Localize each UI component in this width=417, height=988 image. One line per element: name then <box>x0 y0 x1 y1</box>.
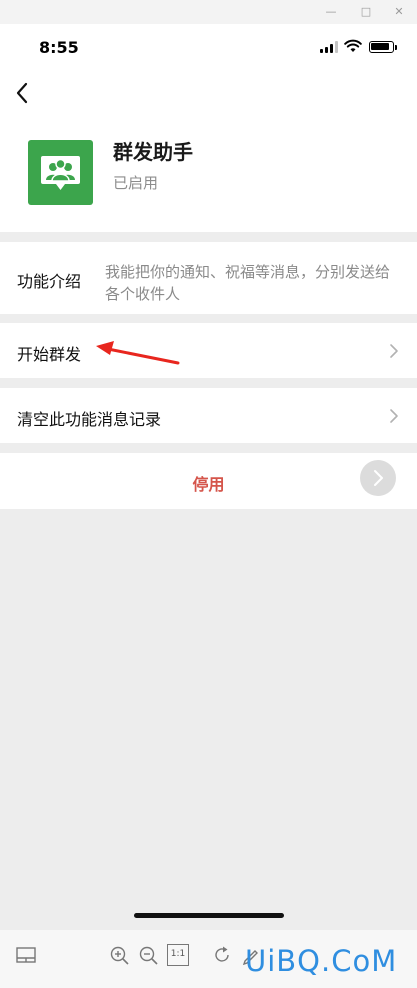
annotation-arrow-icon <box>96 341 180 365</box>
battery-icon <box>369 41 394 53</box>
wifi-icon <box>344 39 362 52</box>
status-time: 8:55 <box>39 38 79 57</box>
chevron-right-icon <box>374 470 383 486</box>
minimize-icon[interactable]: — <box>322 3 340 21</box>
intro-description: 我能把你的通知、祝福等消息，分别发送给各个收件人 <box>105 263 391 303</box>
group-message-app-icon <box>28 140 93 205</box>
battery-tip <box>395 45 397 50</box>
back-arrow-icon[interactable] <box>12 80 34 106</box>
zoom-in-icon[interactable] <box>108 944 130 966</box>
floating-assist-button[interactable] <box>360 460 396 496</box>
menu-item-start-broadcast[interactable]: 开始群发 <box>0 323 417 378</box>
disable-button-label: 停用 <box>192 475 225 494</box>
zoom-out-icon[interactable] <box>137 944 159 966</box>
intro-label: 功能介绍 <box>17 272 82 291</box>
watermark-text: UiBQ.CoM <box>245 944 398 978</box>
menu-item-clear-records[interactable]: 清空此功能消息记录 <box>0 388 417 443</box>
disable-button[interactable]: 停用 <box>0 453 417 509</box>
actual-size-button[interactable]: 1:1 <box>167 944 189 966</box>
menu-item-label: 开始群发 <box>17 345 82 364</box>
rotate-icon[interactable] <box>211 944 233 966</box>
chevron-right-icon <box>390 409 398 423</box>
chevron-right-icon <box>390 344 398 358</box>
menu-item-label: 清空此功能消息记录 <box>17 410 162 429</box>
close-icon[interactable]: ✕ <box>390 3 408 21</box>
cellular-signal-icon <box>320 41 340 53</box>
maximize-icon[interactable]: □ <box>357 3 375 21</box>
window-title-bar: — □ ✕ <box>0 0 417 24</box>
intro-card: 功能介绍 我能把你的通知、祝福等消息，分别发送给各个收件人 <box>0 242 417 314</box>
thumbnail-panel-icon[interactable] <box>15 944 37 966</box>
app-status: 已启用 <box>113 174 159 192</box>
home-indicator <box>134 913 284 918</box>
group-users-icon <box>41 156 80 190</box>
app-title: 群发助手 <box>113 140 193 164</box>
status-bar: 8:55 <box>0 24 417 72</box>
